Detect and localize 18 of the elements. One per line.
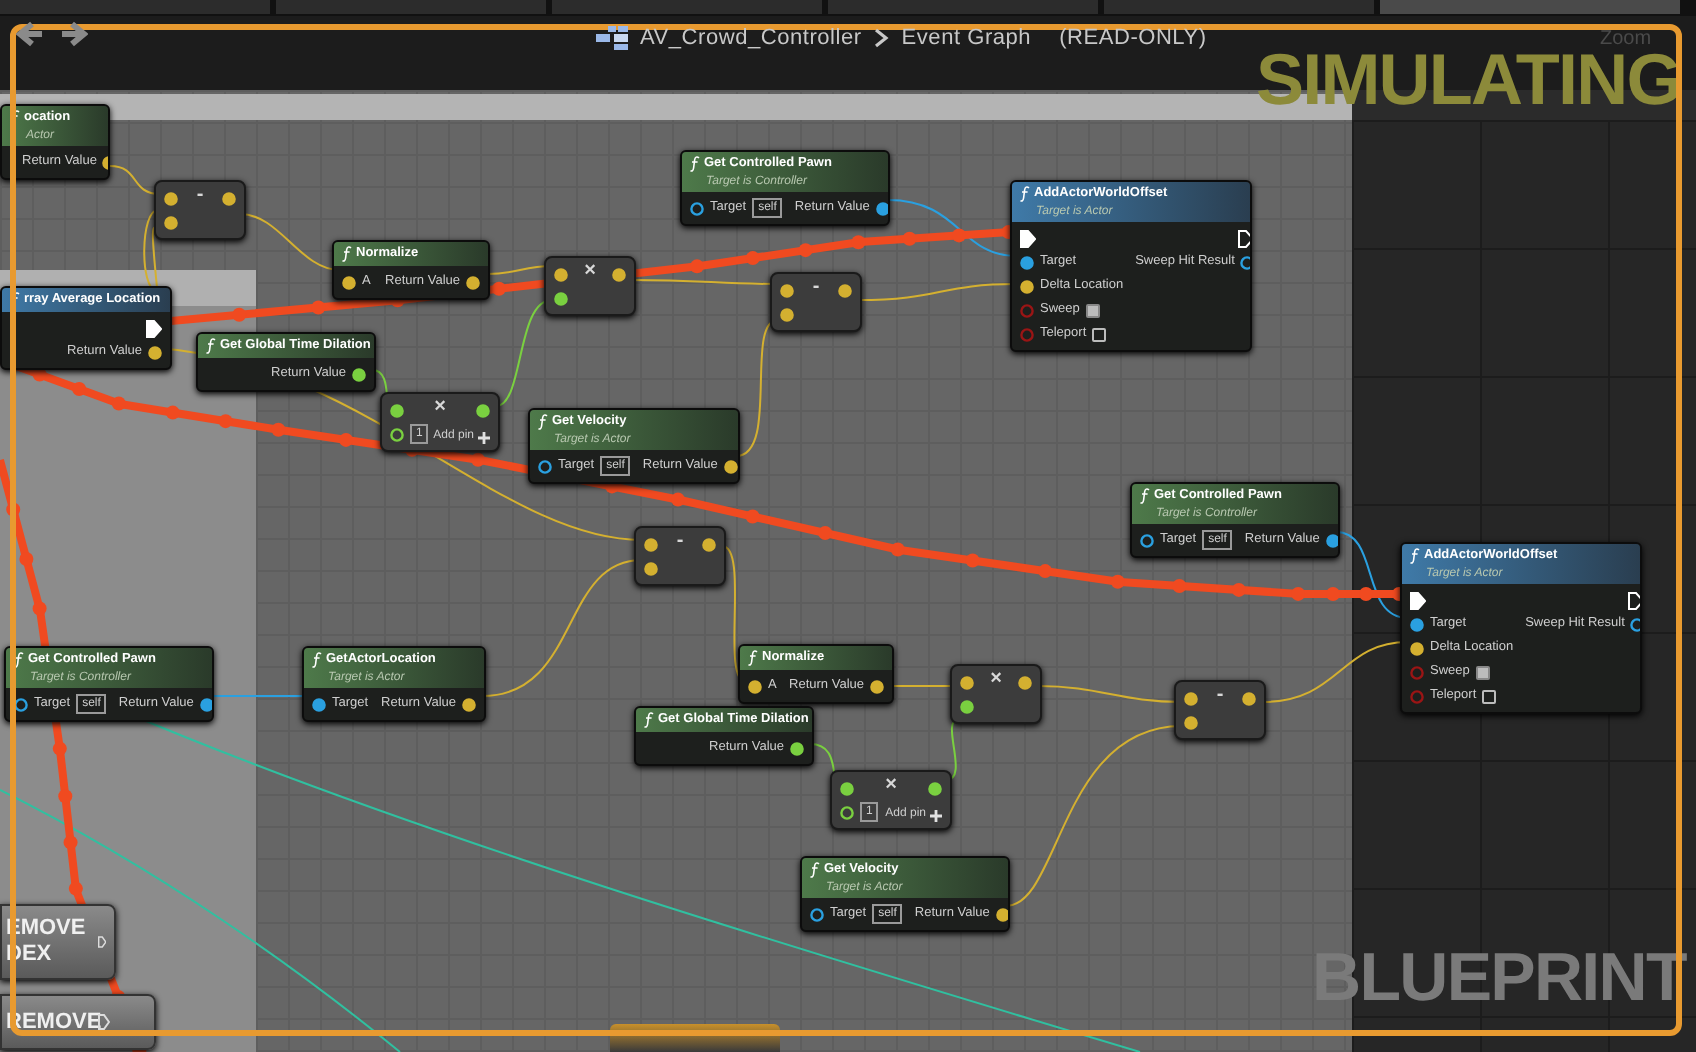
graph-name[interactable]: Event Graph (901, 22, 1032, 55)
read-only-label: (READ-ONLY) (1059, 24, 1207, 54)
blueprint-title: AV_Crowd_Controller (640, 24, 862, 54)
operator-symbol: × (990, 668, 1002, 692)
operator-node[interactable]: - (1174, 680, 1266, 740)
operator-symbol: × (584, 260, 596, 284)
operator-node[interactable]: × (950, 664, 1042, 724)
operator-node[interactable]: - (154, 180, 246, 240)
operator-symbol: - (812, 276, 820, 300)
operator-symbol: × (434, 396, 446, 420)
operator-symbol: - (676, 530, 684, 554)
simulating-overlay: SIMULATING (1256, 40, 1681, 120)
operator-node[interactable]: × (544, 256, 636, 316)
operator-node[interactable]: - (770, 272, 862, 332)
operator-symbol: × (885, 774, 897, 798)
operator-symbol: - (1216, 684, 1224, 708)
operator-symbol: - (196, 184, 204, 208)
operator-node[interactable]: - (634, 526, 726, 586)
